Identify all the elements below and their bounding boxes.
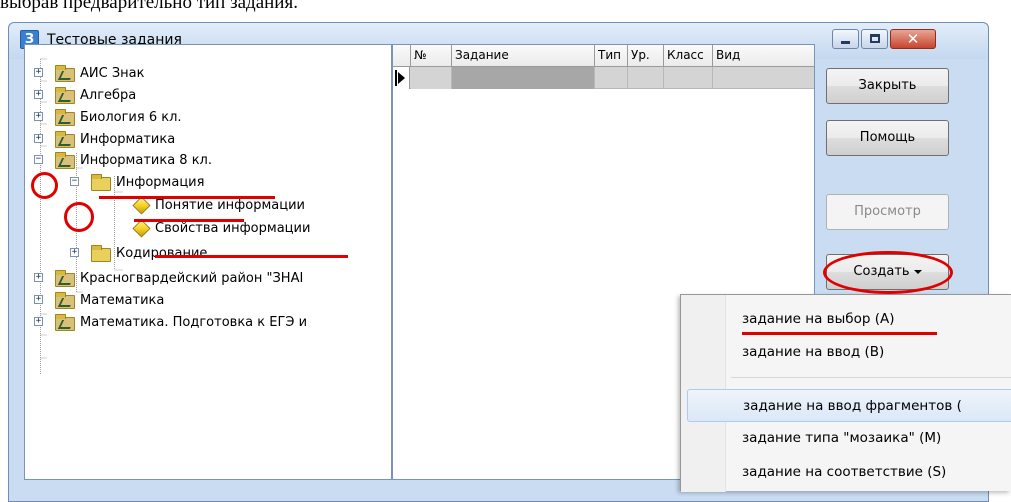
annotation-underline (99, 196, 275, 199)
expand-icon[interactable]: + (34, 295, 43, 304)
expand-icon[interactable]: + (70, 248, 79, 257)
minimize-icon (841, 41, 850, 44)
menu-item-mosaic-task[interactable]: задание типа "мозаика" (M) (687, 422, 1011, 455)
current-row-indicator-icon (393, 67, 410, 89)
grid-cell[interactable] (628, 67, 664, 89)
grid-cell[interactable] (452, 67, 595, 89)
table-row[interactable] (393, 67, 814, 89)
grid-corner (393, 45, 411, 67)
annotation-underline (155, 255, 348, 258)
folder-icon (55, 270, 75, 287)
help-button[interactable]: Помощь (826, 120, 949, 156)
column-header-type[interactable]: Тип (595, 45, 628, 67)
create-menu: задание на выбор (A) задание на ввод (B)… (680, 294, 1011, 492)
folder-icon (55, 152, 75, 169)
maximize-button[interactable] (861, 29, 888, 49)
tree-node-label: Алгебра (80, 88, 137, 103)
tree-node-label: Свойства информации (155, 221, 311, 236)
close-window-button[interactable]: ✕ (890, 29, 936, 49)
folder-icon (55, 65, 75, 82)
expand-icon[interactable]: + (34, 317, 43, 326)
column-header-number[interactable]: № (411, 45, 452, 67)
grid-cell[interactable] (595, 67, 628, 89)
tree-node-label: Кодирование (116, 246, 208, 261)
grid-cell[interactable] (664, 67, 713, 89)
folder-icon (55, 314, 75, 331)
tree-node-label: Информация (116, 175, 205, 190)
tree-node-label: Биология 6 кл. (80, 110, 182, 125)
folder-open-icon (91, 245, 111, 262)
folder-icon (55, 131, 75, 148)
minimize-button[interactable] (832, 29, 859, 49)
tree-node-label: Информатика 8 кл. (80, 153, 212, 168)
menu-item-input-task[interactable]: задание на ввод (B) (687, 336, 1011, 369)
grid-header: № Задание Тип Ур. Класс Вид (393, 45, 814, 67)
close-button[interactable]: Закрыть (826, 68, 949, 104)
menu-separator (731, 377, 1011, 378)
close-icon: ✕ (906, 30, 920, 48)
collapse-icon[interactable]: − (34, 155, 43, 164)
tree-node-label: Информатика (80, 132, 176, 147)
annotation-circle (64, 202, 94, 232)
tree-node-label: Понятие информации (155, 198, 305, 213)
expand-icon[interactable]: + (34, 112, 43, 121)
column-header-class[interactable]: Класс (664, 45, 713, 67)
preview-button[interactable]: Просмотр (826, 194, 949, 230)
tree-node-label: АИС Знак (80, 66, 145, 81)
folder-icon (55, 87, 75, 104)
folder-icon (55, 292, 75, 309)
expand-icon[interactable]: + (34, 273, 43, 282)
expand-icon[interactable]: + (34, 68, 43, 77)
column-header-kind[interactable]: Вид (713, 45, 814, 67)
collapse-icon[interactable]: − (70, 177, 79, 186)
tree-node-label: Красногвардейский район "ЗНАІ (80, 271, 304, 286)
menu-item-matching-task[interactable]: задание на соответствие (S) (687, 456, 1011, 489)
grid-cell[interactable] (411, 67, 452, 89)
maximize-icon (870, 34, 880, 43)
expand-icon[interactable]: + (34, 134, 43, 143)
annotation-underline (134, 219, 244, 222)
expand-icon[interactable]: + (34, 90, 43, 99)
menu-item-fragment-input-task[interactable]: задание на ввод фрагментов ( (687, 389, 1011, 422)
folder-icon (55, 109, 75, 126)
annotation-underline (742, 332, 937, 335)
column-header-task[interactable]: Задание (452, 45, 595, 67)
grid-cell[interactable] (713, 67, 814, 89)
document-caption: выбрав предварительно тип задания. (0, 0, 298, 13)
column-header-level[interactable]: Ур. (628, 45, 664, 67)
folder-open-icon (91, 174, 111, 191)
tree-node-label: Математика. Подготовка к ЕГЭ и (80, 315, 308, 330)
annotation-circle (823, 251, 953, 294)
annotation-circle (31, 172, 58, 199)
tree-node-label: Математика (80, 293, 165, 308)
